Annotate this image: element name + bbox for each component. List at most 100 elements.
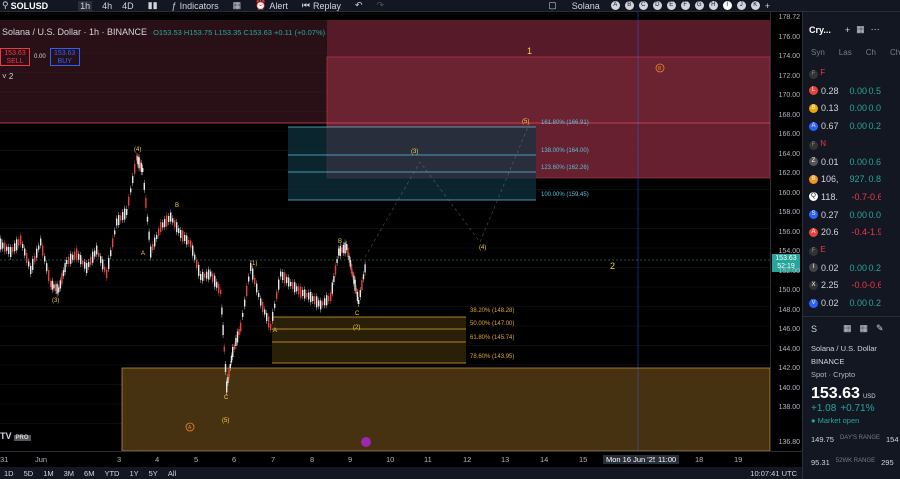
more-icon[interactable]: ⋯ — [871, 24, 880, 35]
watchlist-section-f[interactable]: F F — [809, 68, 825, 79]
timeframes: 1h 4h 4D — [78, 0, 134, 11]
timeframe-4h[interactable]: 4h — [102, 1, 112, 11]
watchlist-row[interactable]: Z 0.01 0.00 0.6 — [809, 157, 900, 167]
details-name[interactable]: Solana / U.S. Dollar — [811, 344, 893, 353]
watchlist-row[interactable]: A 0.67 0.00 0.2 — [809, 121, 900, 131]
range-ytd[interactable]: YTD — [104, 469, 119, 478]
range-1y[interactable]: 1Y — [129, 469, 138, 478]
edit-icon[interactable]: ✎ — [876, 323, 884, 334]
sell-button[interactable]: 153.63 SELL — [0, 48, 30, 66]
coin-icon: B — [809, 103, 818, 113]
watchlist-row[interactable]: B 106, 927. 0.8 — [809, 174, 900, 184]
watchlist-row[interactable]: X 2.25 -0.0 -0.6 — [809, 280, 900, 290]
watchlist-row[interactable]: Q 118. -0.7 -0.6 — [809, 192, 900, 202]
col-change[interactable]: Ch — [866, 48, 876, 57]
range-5y[interactable]: 5Y — [149, 469, 158, 478]
last-price: 20.6 — [821, 227, 839, 238]
change-pct: 0.2 — [868, 262, 881, 273]
change: 0.00 — [849, 298, 867, 309]
letter-c-icon[interactable]: C — [638, 1, 648, 10]
layout-grid-icon[interactable]: ▦ — [860, 323, 869, 334]
watchlist-section-n[interactable]: F N — [809, 139, 826, 150]
watchlist-row[interactable]: V 0.02 0.00 0.2 — [809, 298, 900, 308]
letter-i-icon[interactable]: I — [722, 1, 732, 10]
letter-e-icon[interactable]: E — [666, 1, 676, 10]
change: -0.4 — [851, 227, 867, 238]
alert-button[interactable]: ⏰ Alert — [255, 0, 288, 11]
last-price: 0.13 — [821, 103, 839, 114]
section-label: F — [820, 68, 826, 77]
replay-marker-icon[interactable] — [361, 437, 371, 447]
coin-icon: B — [809, 174, 818, 184]
utc-clock[interactable]: 10:07:41 UTC — [750, 469, 797, 478]
legend-symbol-name[interactable]: Solana / U.S. Dollar · 1h · BINANCE — [2, 27, 147, 37]
col-symbol[interactable]: Syn — [811, 48, 825, 57]
range-3m[interactable]: 3M — [64, 469, 74, 478]
letter-h-icon[interactable]: H — [708, 1, 718, 10]
last-price: 0.02 — [821, 298, 839, 309]
watch-symbol[interactable]: Solana — [572, 1, 600, 11]
range-6m[interactable]: 6M — [84, 469, 94, 478]
watchlist-row[interactable]: I 0.02 0.00 0.2 — [809, 263, 900, 273]
range-5d[interactable]: 5D — [24, 469, 34, 478]
view-icon[interactable]: ▦ — [856, 24, 865, 35]
letter-k-icon[interactable]: K — [750, 1, 760, 10]
watchlist-row[interactable]: B 0.13 0.00 0.0 — [809, 103, 900, 113]
price-tick: 170.00 — [778, 92, 800, 99]
last-price: 2.25 — [821, 280, 839, 291]
wave-label-5-low: (5) — [222, 418, 229, 424]
chart-type-icon[interactable]: ▮▮ — [148, 0, 158, 11]
change-pct: -0.6 — [867, 191, 881, 202]
plus-icon[interactable]: + — [765, 1, 770, 11]
col-last[interactable]: Las — [839, 48, 852, 57]
add-symbol-icon[interactable]: + — [845, 25, 850, 35]
watchlist-row[interactable]: S 0.27 0.00 0.0 — [809, 210, 900, 220]
templates-icon[interactable]: ▦ — [233, 0, 242, 11]
buy-button[interactable]: 153.63 BUY — [49, 48, 80, 66]
alert-icon: ⏰ — [255, 0, 267, 10]
indicators-button[interactable]: ƒ Indicators — [172, 1, 219, 11]
timeframe-1h[interactable]: 1h — [78, 0, 93, 11]
letter-d-icon[interactable]: D — [652, 1, 662, 10]
letter-g-icon[interactable]: G — [694, 1, 704, 10]
layers-toggle[interactable]: ˅ 2 — [2, 72, 13, 81]
timeframe-4d[interactable]: 4D — [122, 1, 134, 11]
letter-b-icon[interactable]: B — [624, 1, 634, 10]
range-all[interactable]: All — [168, 469, 176, 478]
replay-label: Replay — [312, 0, 341, 11]
undo-icon[interactable]: ↶ — [355, 0, 363, 11]
grid-icon[interactable]: ▦ — [843, 323, 852, 334]
redo-icon[interactable]: ↷ — [377, 0, 385, 11]
time-tick: 31 — [0, 455, 9, 464]
col-change-pct[interactable]: Ch — [890, 48, 900, 57]
range-1d[interactable]: 1D — [4, 469, 14, 478]
time-scale[interactable]: 31 Jun 3 4 5 6 7 8 9 10 11 12 13 14 15 Mon 16 Jun '25 11… — [0, 451, 802, 467]
watchlist-section-e[interactable]: F E — [809, 245, 826, 256]
last-price: 106, — [821, 174, 839, 185]
spread-value: 0.00 — [34, 54, 46, 60]
price-tick: 162.00 — [778, 170, 800, 177]
watchlist-row[interactable]: A 20.6 -0.4 -1.9 — [809, 227, 900, 237]
symbol-search-icon[interactable]: ⚲ — [2, 0, 9, 11]
layout-icon[interactable]: ▢ — [548, 0, 557, 11]
details-type: Spot · Crypto — [811, 370, 856, 379]
sell-price: 153.63 — [4, 50, 26, 57]
chart-area[interactable]: 1 2 (5) (3) (4) (4) B A (3) (1) A B C (2… — [0, 12, 770, 451]
price-scale[interactable]: 153.63 52:19 178.72 176.00 174.00 172.00 170… — [770, 12, 802, 451]
change: 0.00 — [849, 262, 867, 273]
chart-svg[interactable]: 1 2 (5) (3) (4) (4) B A (3) (1) A B C (2… — [0, 12, 770, 451]
letter-a-icon[interactable]: A — [610, 1, 620, 10]
letter-j-icon[interactable]: J — [736, 1, 746, 10]
replay-button[interactable]: ⏮ Replay — [302, 0, 341, 11]
wave-label-b-mid: B — [338, 239, 342, 245]
day-low: 149.75 — [811, 435, 834, 444]
watchlist-title[interactable]: Cry... — [809, 25, 831, 35]
wave-label-b-left: B — [175, 203, 179, 209]
letter-f-icon[interactable]: F — [680, 1, 690, 10]
time-tick: 11 — [424, 455, 432, 464]
range-1m[interactable]: 1M — [43, 469, 53, 478]
watchlist-row[interactable]: L 0.28 0.00 0.5 — [809, 86, 900, 96]
coin-icon: X — [809, 280, 818, 290]
symbol-name[interactable]: SOLUSD — [11, 1, 49, 11]
coin-icon: S — [809, 210, 818, 220]
